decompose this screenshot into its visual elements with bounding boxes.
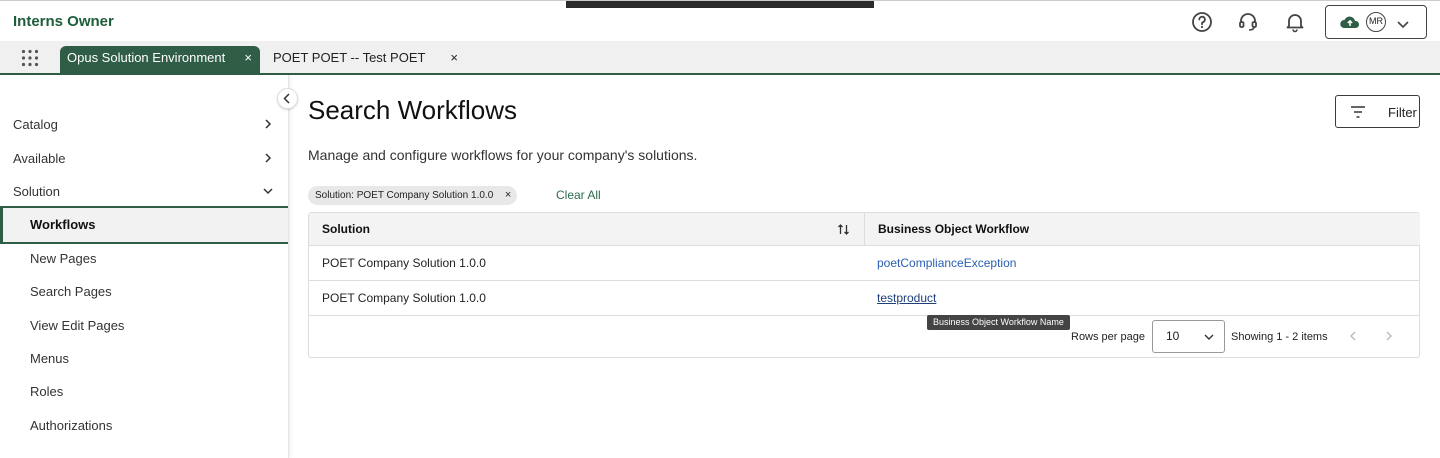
tab-label: POET POET -- Test POET [273, 50, 426, 65]
sidebar-item-label: Authorizations [30, 418, 113, 433]
table-row: POET Company Solution 1.0.0 poetComplian… [309, 246, 1419, 281]
column-header-label: Solution [322, 222, 370, 236]
chevron-right-icon [265, 119, 272, 129]
tab-label: Opus Solution Environment [67, 50, 226, 65]
cell-workflow-link[interactable]: poetComplianceException [877, 246, 1016, 281]
sidebar-item-roles[interactable]: Roles [0, 375, 288, 408]
sidebar-item-available[interactable]: Available [0, 142, 288, 175]
chevron-down-icon [1204, 334, 1214, 340]
top-bar: Interns Owner MR [0, 0, 1440, 42]
sort-icon[interactable] [837, 223, 850, 236]
filter-button[interactable]: Filter [1335, 95, 1420, 128]
sidebar-item-label: Workflows [30, 217, 96, 232]
sidebar-item-catalog[interactable]: Catalog [0, 108, 288, 141]
support-headset-icon[interactable] [1236, 10, 1260, 34]
sidebar-item-label: View Edit Pages [30, 318, 125, 333]
sidebar-item-menus[interactable]: Menus [0, 342, 288, 375]
chevron-right-icon [265, 153, 272, 163]
sidebar-item-new-pages[interactable]: New Pages [0, 242, 288, 275]
chevron-down-icon [1396, 17, 1410, 35]
filter-button-label: Filter [1388, 105, 1417, 120]
app-title: Interns Owner [13, 13, 114, 30]
bell-icon[interactable] [1283, 10, 1307, 34]
close-icon[interactable]: × [244, 46, 252, 70]
tab-poet-test[interactable]: POET POET -- Test POET × [266, 46, 466, 75]
filter-chip-solution: Solution: POET Company Solution 1.0.0 × [308, 186, 518, 205]
previous-page-button[interactable] [1347, 329, 1359, 343]
user-menu-button[interactable]: MR [1325, 5, 1427, 39]
sidebar-item-view-edit-pages[interactable]: View Edit Pages [0, 309, 288, 342]
sidebar-item-solution[interactable]: Solution [0, 175, 288, 208]
apps-grid-icon[interactable] [21, 49, 39, 67]
filter-icon [1351, 106, 1365, 118]
filter-chip-label: Solution: POET Company Solution 1.0.0 [315, 190, 494, 201]
close-icon[interactable]: × [450, 46, 458, 70]
sidebar: Catalog Available Solution Workflows New… [0, 75, 289, 458]
chevron-down-icon [263, 188, 273, 195]
column-header-business-object-workflow[interactable]: Business Object Workflow [864, 213, 1420, 246]
pagination-summary: Showing 1 - 2 items [1231, 331, 1328, 343]
sidebar-item-authorizations[interactable]: Authorizations [0, 409, 288, 442]
cell-workflow-link[interactable]: testproduct [877, 281, 936, 316]
main-content: Search Workflows Filter Manage and confi… [289, 75, 1440, 458]
column-header-label: Business Object Workflow [878, 222, 1030, 236]
sidebar-item-label: Search Pages [30, 284, 112, 299]
rows-per-page-value: 10 [1166, 329, 1180, 343]
tab-opus-solution-environment[interactable]: Opus Solution Environment × [60, 46, 260, 75]
sidebar-item-label: Solution [13, 184, 60, 199]
sidebar-item-label: Roles [30, 384, 64, 399]
sidebar-item-workflows[interactable]: Workflows [0, 206, 288, 244]
sidebar-item-label: Catalog [13, 117, 58, 132]
column-header-solution[interactable]: Solution [309, 213, 864, 246]
page-title: Search Workflows [308, 95, 518, 125]
next-page-button[interactable] [1383, 329, 1395, 343]
close-icon[interactable]: × [505, 186, 511, 205]
sidebar-item-label: New Pages [30, 251, 97, 266]
cell-solution: POET Company Solution 1.0.0 [322, 291, 486, 305]
cell-solution: POET Company Solution 1.0.0 [322, 256, 486, 270]
page-subtitle: Manage and configure workflows for your … [308, 147, 698, 163]
rows-per-page-select[interactable]: 10 [1152, 320, 1225, 353]
tooltip: Business Object Workflow Name [927, 315, 1070, 330]
sidebar-item-label: Menus [30, 351, 70, 366]
sidebar-item-label: Available [13, 151, 66, 166]
tab-bar: Opus Solution Environment × POET POET --… [0, 41, 1440, 75]
help-icon[interactable] [1190, 10, 1214, 34]
workflows-table: Solution Business Object Workflow POET C… [308, 212, 1420, 358]
clear-all-button[interactable]: Clear All [556, 188, 601, 202]
table-row: POET Company Solution 1.0.0 testproduct [309, 281, 1419, 316]
sidebar-item-search-pages[interactable]: Search Pages [0, 275, 288, 308]
rows-per-page-label: Rows per page [1071, 331, 1145, 343]
cloud-icon [1339, 13, 1361, 36]
top-overlay [566, 1, 874, 8]
avatar: MR [1366, 12, 1386, 32]
